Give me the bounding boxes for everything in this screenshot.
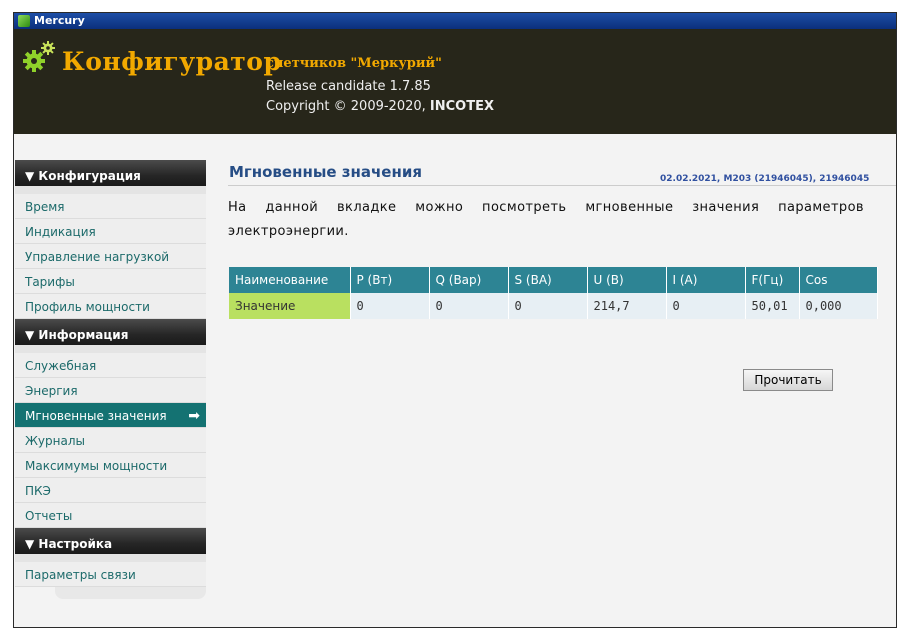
column-header: Наименование (229, 267, 351, 293)
title-bar[interactable]: Mercury (14, 13, 896, 29)
sidebar-item-energy[interactable]: Энергия (15, 378, 206, 403)
column-header: I (А) (666, 267, 746, 293)
page-title: Мгновенные значения (229, 163, 422, 181)
sidebar-footer (55, 587, 206, 599)
app-header: Конфигуратор счетчиков "Меркурий" Releas… (14, 29, 896, 134)
sidebar-item-load-control[interactable]: Управление нагрузкой (15, 244, 206, 269)
table-row: Значение 0 0 0 214,7 0 50,01 0,000 (229, 293, 878, 319)
value-cell-f: 50,01 (745, 293, 800, 319)
read-button[interactable]: Прочитать (743, 369, 833, 391)
app-window: Mercury Конфигуратор счетчиков "Меркурий… (13, 12, 897, 628)
copyright-company: INCOTEX (429, 99, 495, 114)
sidebar-item-label: Мгновенные значения (25, 409, 167, 423)
column-header: F(Гц) (745, 267, 800, 293)
sidebar-item-power-profile[interactable]: Профиль мощности (15, 294, 206, 319)
release-info: Release candidate 1.7.85 (266, 79, 431, 94)
value-cell-i: 0 (666, 293, 746, 319)
section-header-information[interactable]: ▼ Информация (15, 319, 206, 345)
sidebar-item-reports[interactable]: Отчеты (15, 503, 206, 528)
column-header: U (В) (587, 267, 667, 293)
sidebar-item-indication[interactable]: Индикация (15, 219, 206, 244)
section-spacer (15, 345, 206, 353)
copyright-text: Copyright © 2009-2020, (266, 99, 430, 114)
instant-values-table: Наименование P (Вт) Q (Вар) S (ВА) U (В)… (229, 267, 878, 319)
title-divider (228, 185, 896, 186)
column-header: S (ВА) (508, 267, 588, 293)
row-label: Значение (229, 293, 351, 319)
sidebar-item-tariffs[interactable]: Тарифы (15, 269, 206, 294)
sidebar-item-pke[interactable]: ПКЭ (15, 478, 206, 503)
brand-subtitle: счетчиков "Меркурий" (266, 56, 442, 71)
sidebar: ▼ Конфигурация Время Индикация Управлени… (15, 160, 206, 599)
section-header-settings[interactable]: ▼ Настройка (15, 528, 206, 554)
sidebar-item-connection-params[interactable]: Параметры связи (15, 562, 206, 587)
arrow-right-icon: ➡ (188, 408, 200, 424)
value-cell-u: 214,7 (587, 293, 667, 319)
table-header-row: Наименование P (Вт) Q (Вар) S (ВА) U (В)… (229, 267, 878, 293)
gears-icon (23, 41, 55, 72)
brand-title: Конфигуратор (62, 47, 282, 76)
sidebar-item-time[interactable]: Время (15, 194, 206, 219)
sidebar-item-instant-values[interactable]: Мгновенные значения ➡ (15, 403, 206, 428)
column-header: Q (Вар) (429, 267, 509, 293)
value-cell-q: 0 (429, 293, 509, 319)
mercury-app-icon (18, 15, 30, 27)
sidebar-item-service[interactable]: Служебная (15, 353, 206, 378)
value-cell-s: 0 (508, 293, 588, 319)
window-title: Mercury (34, 14, 85, 27)
copyright-info: Copyright © 2009-2020, INCOTEX (266, 99, 494, 114)
section-spacer (15, 554, 206, 562)
column-header: Cos (799, 267, 878, 293)
column-header: P (Вт) (350, 267, 430, 293)
section-spacer (15, 186, 206, 194)
sidebar-item-journals[interactable]: Журналы (15, 428, 206, 453)
sidebar-item-power-maximums[interactable]: Максимумы мощности (15, 453, 206, 478)
section-header-configuration[interactable]: ▼ Конфигурация (15, 160, 206, 186)
page-description: На данной вкладке можно посмотреть мгнов… (228, 200, 864, 239)
value-cell-cos: 0,000 (799, 293, 878, 319)
device-info: 02.02.2021, M203 (21946045), 21946045 (660, 174, 870, 184)
value-cell-p: 0 (350, 293, 430, 319)
